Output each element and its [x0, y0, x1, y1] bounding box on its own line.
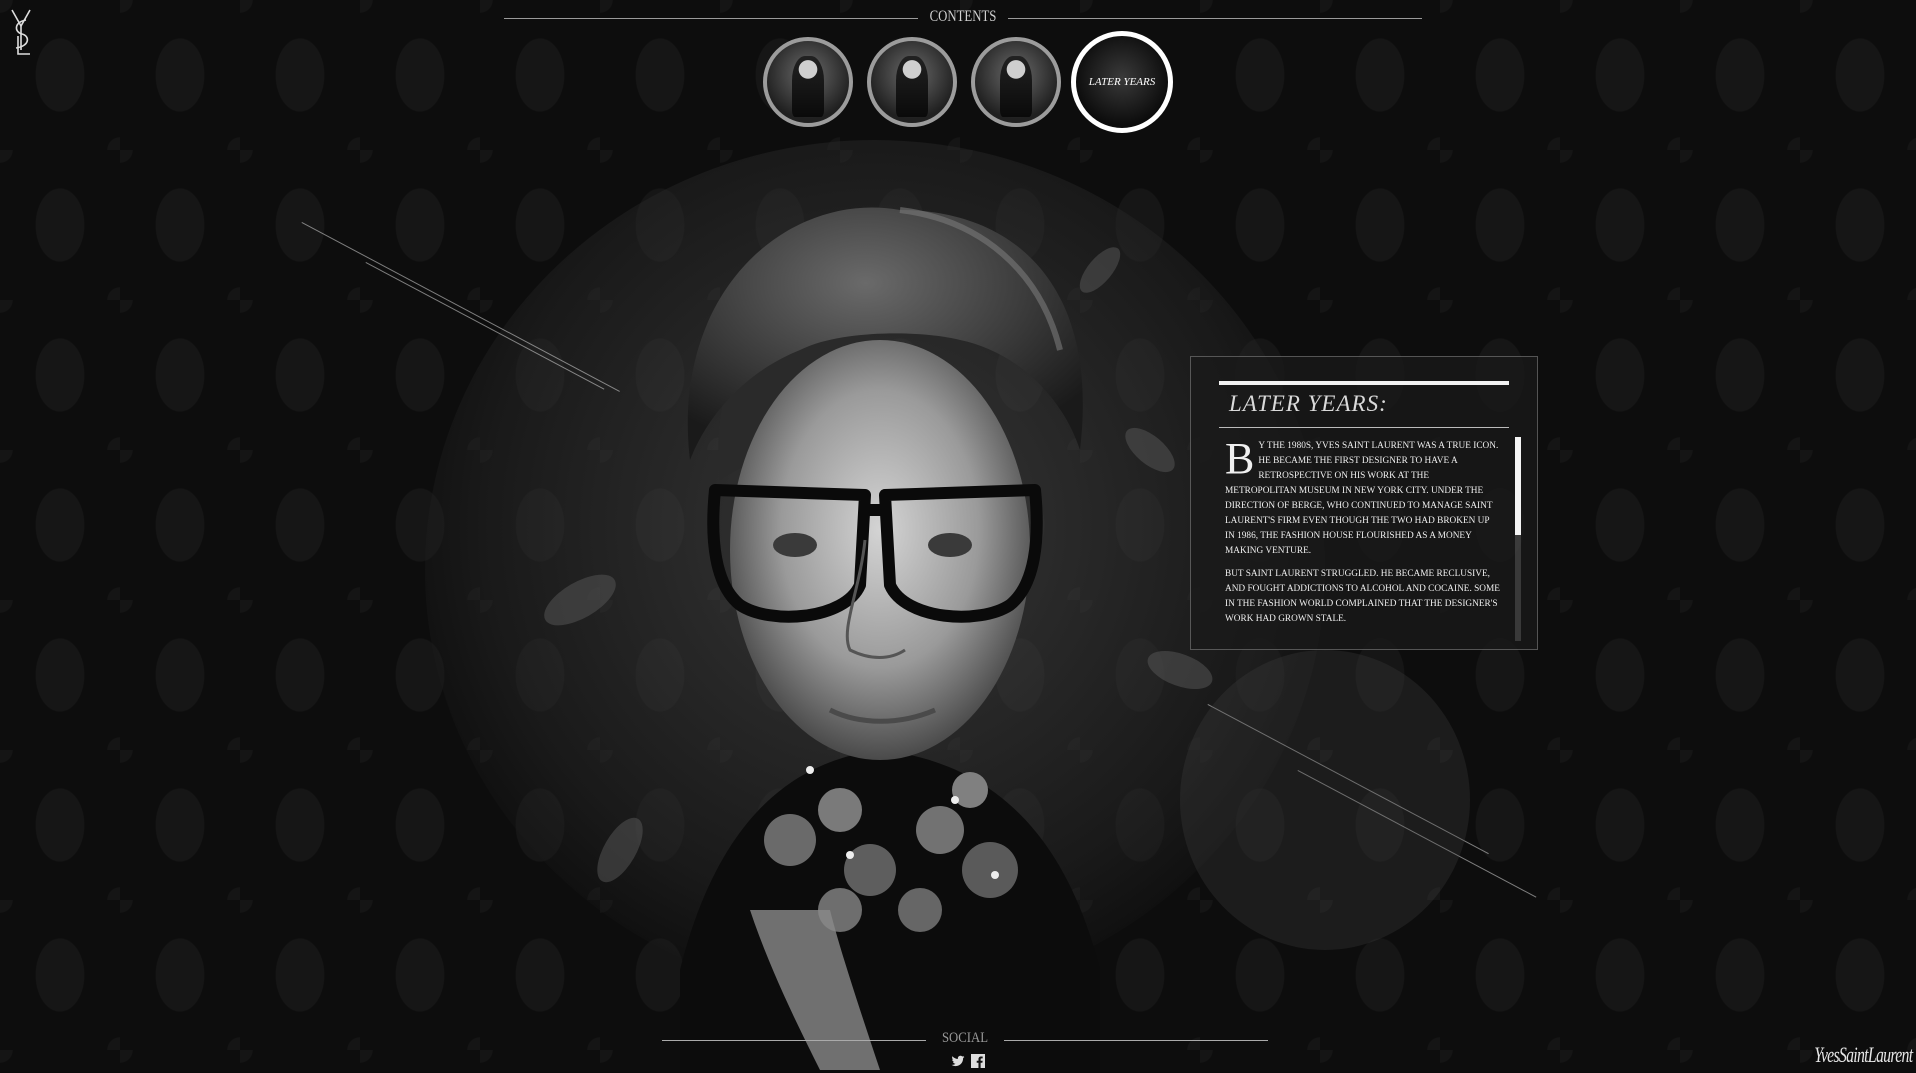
portrait-thumbnail — [791, 55, 825, 118]
contents-heading: CONTENTS — [929, 8, 997, 25]
chapter-thumb-1[interactable] — [763, 37, 853, 127]
scrollbar-thumb[interactable] — [1515, 437, 1521, 535]
contents-rule-right — [1008, 18, 1422, 19]
portrait-thumbnail — [895, 55, 929, 118]
paragraph-text: y the 1980s, Yves Saint Laurent was a tr… — [1225, 441, 1499, 556]
panel-scrollbar[interactable] — [1515, 437, 1521, 641]
paragraph: But Saint Laurent struggled. He became r… — [1225, 569, 1500, 624]
chapter-thumb-2[interactable] — [867, 37, 957, 127]
designer-portrait-photo — [544, 207, 1213, 1070]
twitter-icon[interactable] — [951, 1054, 965, 1068]
chapter-text-panel: LATER YEARS: By the 1980s, Yves Saint La… — [1190, 356, 1538, 650]
chapter-caption: LATER YEARS — [1088, 76, 1156, 88]
panel-divider — [1219, 427, 1509, 428]
contents-header: CONTENTS — [504, 8, 1422, 28]
ysl-monogram-logo[interactable] — [8, 6, 34, 58]
ysl-wordmark-logo[interactable]: YvesSaintLaurent — [1814, 1042, 1913, 1068]
paragraph: By the 1980s, Yves Saint Laurent was a t… — [1225, 439, 1501, 559]
chapter-title: LATER YEARS: — [1229, 391, 1388, 416]
panel-top-bar — [1219, 381, 1509, 385]
social-rule-right — [1004, 1040, 1268, 1041]
portrait-thumbnail — [999, 55, 1033, 118]
chapter-thumb-3[interactable] — [971, 37, 1061, 127]
facebook-icon[interactable] — [971, 1054, 985, 1068]
chapter-thumb-later-years[interactable]: LATER YEARS — [1071, 31, 1173, 133]
social-icons — [948, 1054, 988, 1070]
drop-cap: B — [1225, 439, 1255, 483]
decorative-circle — [1180, 650, 1470, 950]
chapter-nav: LATER YEARS — [763, 31, 1173, 133]
social-heading: SOCIAL — [941, 1030, 989, 1046]
chapter-body-text[interactable]: By the 1980s, Yves Saint Laurent was a t… — [1225, 439, 1501, 639]
social-footer: SOCIAL — [662, 1030, 1268, 1070]
